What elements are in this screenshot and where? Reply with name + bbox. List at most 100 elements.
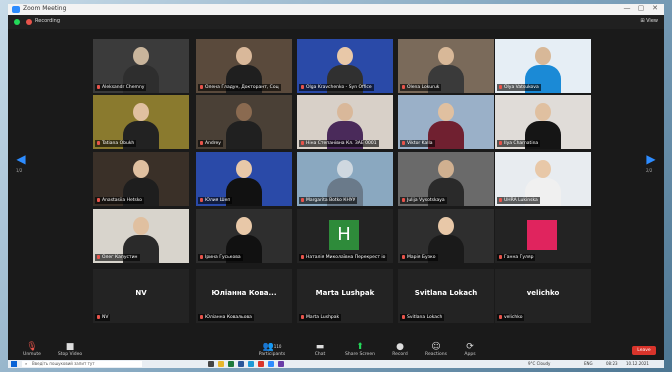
participant-head: [337, 47, 353, 65]
participant-name: Olga Kravchenko - Syn Office: [306, 85, 372, 90]
participant-name: Andrey: [205, 141, 221, 146]
participant-head: [438, 47, 454, 65]
participant-tile[interactable]: Ilya Charnatina: [495, 95, 591, 149]
participant-name-label: Svitlana Lokach: [400, 314, 445, 321]
participant-tile[interactable]: Ірина Гуськова: [196, 209, 292, 263]
participant-tile[interactable]: H Наталія Миколаївна Перекрест іо: [297, 209, 393, 263]
app-icon[interactable]: [278, 361, 284, 367]
participant-name: Svitlana Lokach: [407, 315, 443, 320]
muted-mic-icon: [200, 255, 203, 259]
muted-mic-icon: [402, 141, 405, 145]
participant-name: Marta Lushpak: [306, 315, 340, 320]
chrome-icon[interactable]: [258, 361, 264, 367]
task-view-icon[interactable]: [208, 361, 214, 367]
participant-name: NV: [102, 315, 109, 320]
participant-name: Aleksandr Chemny: [102, 85, 145, 90]
participant-name: Olya Vatsukova: [504, 85, 539, 90]
title-bar: Zoom Meeting — ▢ ✕: [8, 4, 664, 15]
participant-display-name: Marta Lushpak: [315, 289, 375, 297]
record-label: Record: [392, 352, 408, 357]
word-icon[interactable]: [238, 361, 244, 367]
apps-button[interactable]: ⟳ Apps: [452, 342, 488, 358]
record-button[interactable]: ● Record: [382, 342, 418, 358]
unmute-button[interactable]: 🎙 Unmute: [14, 342, 50, 358]
participant-figure: [226, 103, 262, 149]
share-screen-button[interactable]: ⬆ Share Screen: [342, 342, 378, 358]
apps-icon: ⟳: [466, 342, 474, 352]
excel-icon[interactable]: [228, 361, 234, 367]
participant-tile[interactable]: Svitlana Lokach Svitlana Lokach: [398, 269, 494, 323]
security-shield-icon[interactable]: [14, 19, 20, 25]
muted-mic-icon: [200, 315, 203, 319]
clock-date[interactable]: 10.12.2021: [626, 361, 649, 367]
file-explorer-icon[interactable]: [218, 361, 224, 367]
prev-page-button[interactable]: ◀: [14, 152, 28, 166]
participant-tile[interactable]: Юлия Шеп: [196, 152, 292, 206]
participant-name-label: Ірина Гуськова: [198, 254, 243, 261]
participant-head: [236, 47, 252, 65]
participant-head: [535, 160, 551, 178]
participant-name-label: Ilya Charnatina: [497, 140, 541, 147]
participant-tile[interactable]: Olya Vatsukova: [495, 39, 591, 93]
chevron-right-icon: ▶: [646, 152, 656, 166]
chat-label: Chat: [314, 352, 326, 357]
participant-tile[interactable]: Anastasiia Hetsko: [93, 152, 189, 206]
next-page-button[interactable]: ▶: [644, 152, 658, 166]
language-indicator[interactable]: ENG: [584, 361, 593, 367]
participant-tile[interactable]: Andrey: [196, 95, 292, 149]
prev-page-indicator: 1/2: [16, 168, 23, 173]
participant-name: Ніна Степанівна Кл. ЗАЕ 0001: [306, 141, 377, 146]
edge-icon[interactable]: [248, 361, 254, 367]
zoom-taskbar-icon[interactable]: [268, 361, 274, 367]
participants-button[interactable]: 👥110 Participants: [254, 342, 290, 358]
mic-muted-icon: 🎙: [26, 342, 38, 352]
participant-tile[interactable]: Олена Гладун, Докторант, Соц: [196, 39, 292, 93]
reactions-button[interactable]: ☺ Reactions: [418, 342, 454, 358]
participant-tile[interactable]: Margarita Botko КНУУ: [297, 152, 393, 206]
participant-tile[interactable]: UHRA Lukinska: [495, 152, 591, 206]
participant-tile[interactable]: Aleksandr Chemny: [93, 39, 189, 93]
participant-tile[interactable]: Юліанна Кова... Юліанна Ковальова: [196, 269, 292, 323]
participant-tile[interactable]: Ганна Гуляр: [495, 209, 591, 263]
participant-tile[interactable]: Julija Vysotskaya: [398, 152, 494, 206]
participant-name-label: Олена Гладун, Докторант, Соц: [198, 84, 281, 91]
participant-tile[interactable]: Олег Капустин: [93, 209, 189, 263]
muted-mic-icon: [499, 255, 502, 259]
participant-head: [133, 217, 149, 235]
weather-readout[interactable]: 9°C Cloudy: [528, 361, 550, 367]
participant-name-label: Julija Vysotskaya: [400, 197, 447, 204]
stop-video-button[interactable]: ■ Stop Video: [52, 342, 88, 358]
chat-button[interactable]: ▬ Chat: [302, 342, 338, 358]
video-camera-icon: ■: [65, 342, 75, 352]
taskbar-search-box[interactable]: ⌕ Введіть пошуковий запит тут: [22, 361, 142, 367]
participant-tile[interactable]: Tatiana Obukh: [93, 95, 189, 149]
maximize-button[interactable]: ▢: [636, 4, 646, 12]
participant-tile[interactable]: Марія Бузко: [398, 209, 494, 263]
chevron-left-icon: ◀: [16, 152, 26, 166]
participant-display-name: Svitlana Lokach: [414, 289, 478, 297]
apps-label: Apps: [464, 352, 476, 357]
participant-tile[interactable]: Marta Lushpak Marta Lushpak: [297, 269, 393, 323]
participant-head: [535, 103, 551, 121]
participant-head: [236, 103, 252, 121]
meeting-status-bar: Recording ⊞ View: [8, 15, 664, 29]
participant-name: Олег Капустин: [102, 255, 138, 260]
participant-name: Олена Гладун, Докторант, Соц: [205, 85, 279, 90]
minimize-button[interactable]: —: [622, 4, 632, 12]
view-button[interactable]: ⊞ View: [640, 18, 658, 24]
participant-tile[interactable]: Olena Lokuruk: [398, 39, 494, 93]
participant-tile[interactable]: Ніна Степанівна Кл. ЗАЕ 0001: [297, 95, 393, 149]
windows-start-icon[interactable]: [11, 361, 17, 367]
participants-label: Participants: [258, 352, 286, 357]
participant-name-label: Viktor Kalla: [400, 140, 435, 147]
participant-tile[interactable]: Viktor Kalla: [398, 95, 494, 149]
leave-button[interactable]: Leave: [632, 346, 656, 355]
participant-tile[interactable]: velichko velichko: [495, 269, 591, 323]
participant-tile[interactable]: Olga Kravchenko - Syn Office: [297, 39, 393, 93]
clock-time[interactable]: 08:23: [606, 361, 618, 367]
participant-tile[interactable]: NV NV: [93, 269, 189, 323]
participant-name: Margarita Botko КНУУ: [306, 198, 356, 203]
participant-name-label: Олег Капустин: [95, 254, 140, 261]
muted-mic-icon: [402, 255, 405, 259]
close-button[interactable]: ✕: [650, 4, 660, 12]
